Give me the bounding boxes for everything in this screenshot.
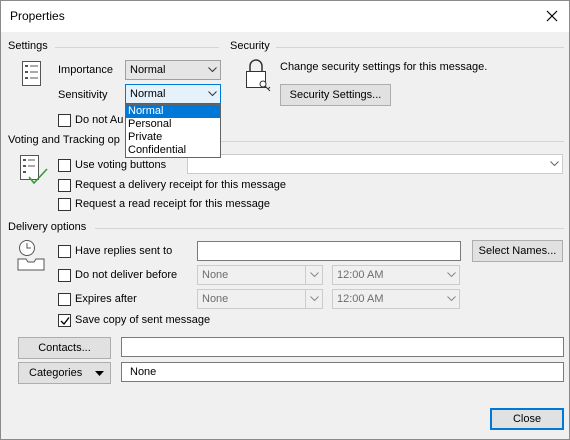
security-settings-button[interactable]: Security Settings... [280, 84, 391, 106]
delivery-section-label: Delivery options [8, 221, 87, 233]
close-button[interactable]: Close [490, 408, 564, 430]
do-not-autoarchive-checkbox[interactable] [58, 114, 71, 127]
expires-after-date-field[interactable]: None [197, 289, 306, 309]
do-not-deliver-before-label: Do not deliver before [75, 269, 178, 281]
contacts-input[interactable] [121, 337, 564, 357]
expires-after-date-dropdown[interactable] [305, 289, 323, 309]
contacts-button[interactable]: Contacts... [18, 337, 111, 359]
categories-value: None [121, 362, 564, 382]
sensitivity-select[interactable]: Normal [125, 84, 221, 104]
title-bar: Properties [1, 1, 569, 32]
contacts-button-label: Contacts... [38, 342, 91, 354]
importance-value: Normal [130, 64, 166, 76]
have-replies-sent-to-input[interactable] [197, 241, 461, 261]
delivery-divider [95, 228, 564, 229]
read-receipt-label: Request a read receipt for this message [75, 198, 271, 210]
sensitivity-value: Normal [130, 88, 166, 100]
do-not-deliver-before-time-select[interactable]: 12:00 AM [332, 265, 460, 285]
use-voting-buttons-label: Use voting buttons [75, 159, 167, 171]
do-not-deliver-before-date-field[interactable]: None [197, 265, 306, 285]
expires-after-time-select[interactable]: 12:00 AM [332, 289, 460, 309]
do-not-deliver-before-time-value: 12:00 AM [337, 269, 384, 281]
delivery-receipt-checkbox[interactable] [58, 179, 71, 192]
voting-checklist-icon [19, 155, 49, 190]
have-replies-sent-to-checkbox[interactable] [58, 245, 71, 258]
chevron-down-icon [310, 272, 319, 278]
security-description: Change security settings for this messag… [280, 61, 488, 73]
settings-divider [55, 47, 219, 48]
chevron-down-icon [447, 296, 456, 302]
voting-buttons-select[interactable] [187, 154, 563, 174]
do-not-deliver-before-date-dropdown[interactable] [305, 265, 323, 285]
chevron-down-icon [310, 296, 319, 302]
chevron-down-icon [208, 67, 217, 73]
lock-icon [243, 57, 273, 96]
voting-divider [221, 141, 564, 142]
use-voting-buttons-checkbox[interactable] [58, 159, 71, 172]
select-names-button[interactable]: Select Names... [472, 240, 563, 262]
do-not-autoarchive-label: Do not Au [75, 114, 124, 126]
save-copy-label: Save copy of sent message [75, 314, 211, 326]
security-section-label: Security [230, 40, 270, 52]
categories-button[interactable]: Categories [18, 362, 111, 384]
have-replies-sent-to-label: Have replies sent to [75, 245, 173, 257]
sensitivity-option-confidential[interactable]: Confidential [126, 144, 220, 157]
sensitivity-dropdown-list: Normal Personal Private Confidential [125, 104, 221, 158]
delivery-tray-clock-icon [16, 239, 46, 276]
save-copy-checkbox[interactable] [58, 314, 71, 327]
settings-list-icon [21, 61, 43, 90]
do-not-deliver-before-checkbox[interactable] [58, 269, 71, 282]
dialog-title: Properties [10, 9, 65, 23]
read-receipt-checkbox[interactable] [58, 198, 71, 211]
importance-label: Importance [58, 64, 114, 76]
properties-dialog: Properties Settings Importance Normal Se… [0, 0, 570, 440]
delivery-receipt-label: Request a delivery receipt for this mess… [75, 179, 286, 191]
close-icon[interactable] [539, 4, 565, 28]
checkmark-icon [60, 317, 70, 326]
sensitivity-label: Sensitivity [58, 89, 108, 101]
sensitivity-option-private[interactable]: Private [126, 131, 220, 144]
chevron-down-icon [447, 272, 456, 278]
sensitivity-option-personal[interactable]: Personal [126, 118, 220, 131]
chevron-down-icon [550, 161, 559, 167]
chevron-down-icon [208, 91, 217, 97]
expires-after-time-value: 12:00 AM [337, 293, 384, 305]
caret-down-icon [95, 371, 104, 376]
settings-section-label: Settings [8, 40, 48, 52]
expires-after-checkbox[interactable] [58, 293, 71, 306]
voting-section-label: Voting and Tracking op [8, 134, 120, 146]
categories-button-label: Categories [29, 367, 83, 379]
security-divider [276, 47, 564, 48]
expires-after-label: Expires after [75, 293, 137, 305]
sensitivity-option-normal[interactable]: Normal [126, 105, 220, 118]
importance-select[interactable]: Normal [125, 60, 221, 80]
